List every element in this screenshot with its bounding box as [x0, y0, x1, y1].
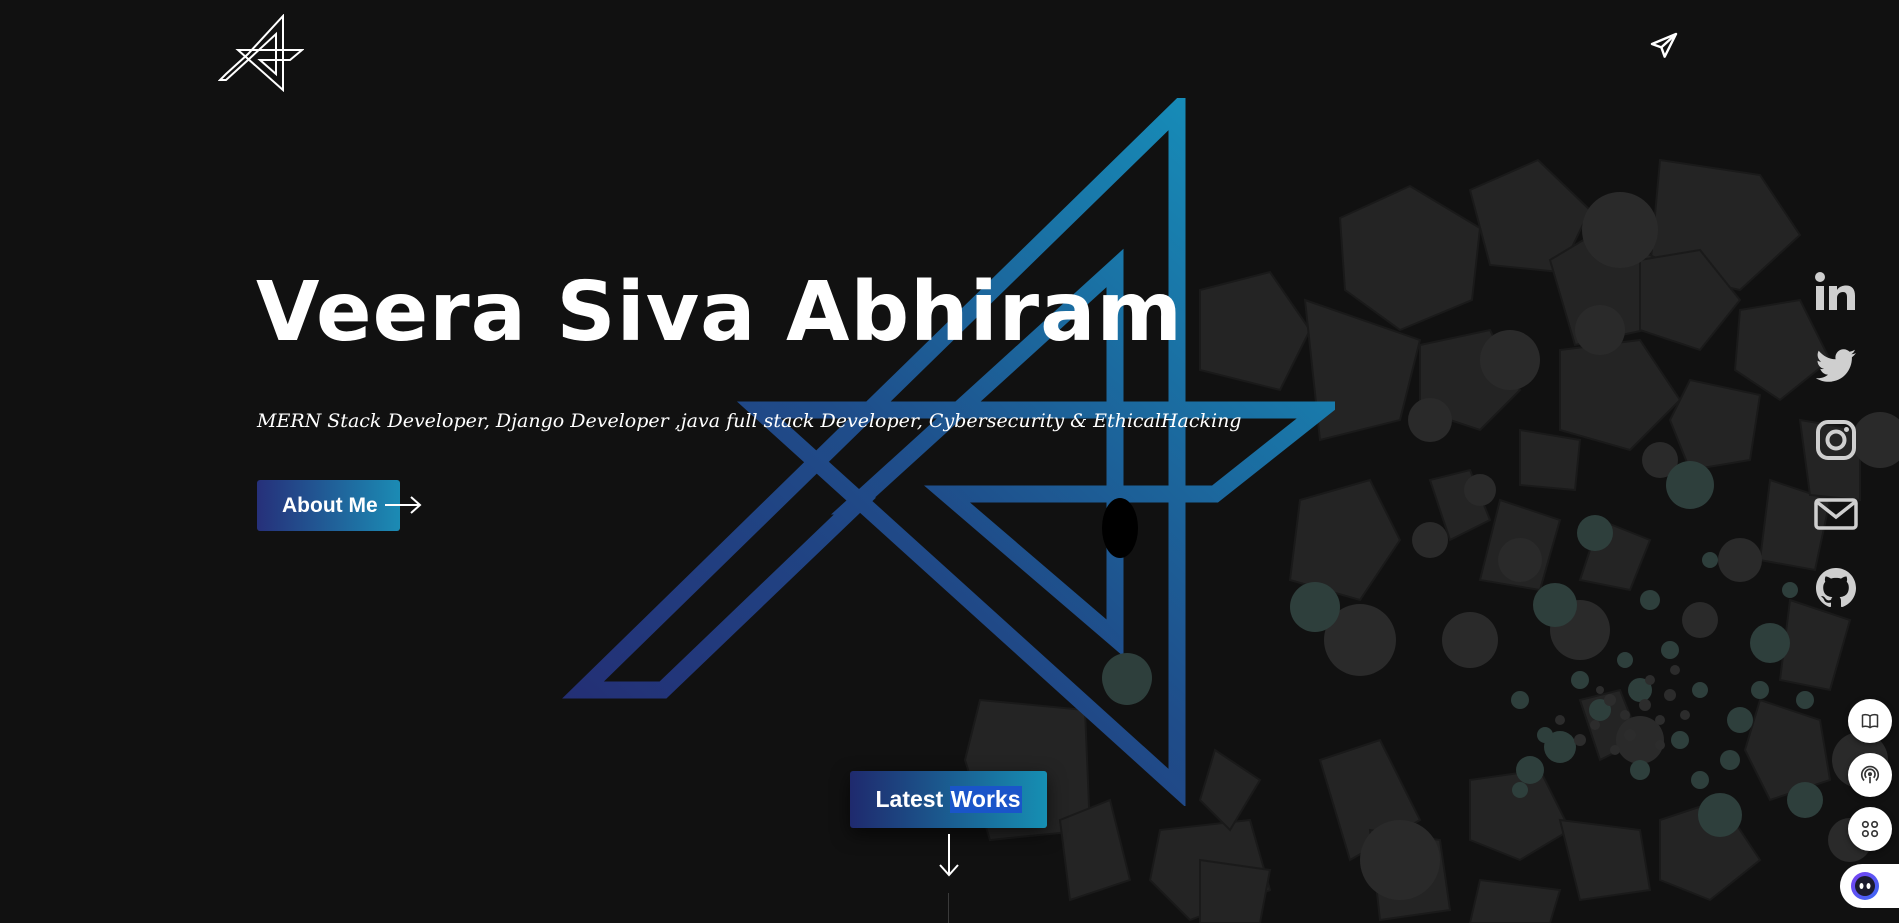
- instagram-icon[interactable]: [1812, 416, 1860, 464]
- about-me-label: About Me: [282, 493, 378, 517]
- hero-tagline: MERN Stack Developer, Django Developer ,…: [257, 410, 1242, 432]
- assistant-icon: [1851, 872, 1879, 900]
- arrow-right-icon: [385, 496, 422, 514]
- hero-name: Veera Siva Abhiram: [256, 265, 1183, 360]
- latest-works-button[interactable]: Latest Works: [850, 771, 1047, 828]
- paper-plane-icon[interactable]: [1648, 30, 1680, 62]
- github-icon[interactable]: [1812, 564, 1860, 612]
- mail-icon[interactable]: [1812, 490, 1860, 538]
- about-me-button[interactable]: About Me: [257, 480, 422, 531]
- linkedin-icon[interactable]: [1812, 268, 1860, 316]
- listen-button[interactable]: [1848, 753, 1892, 797]
- latest-works-label-highlight: Works: [949, 786, 1022, 813]
- hero-logo-graphic: [562, 98, 1335, 806]
- scroll-indicator-line: [948, 893, 949, 923]
- book-icon: [1861, 713, 1879, 729]
- reading-mode-button[interactable]: [1848, 699, 1892, 743]
- apps-icon: [1861, 820, 1879, 838]
- assistant-button[interactable]: [1840, 864, 1899, 908]
- latest-works-label-prefix: Latest: [875, 786, 950, 812]
- page: Veera Siva Abhiram MERN Stack Developer,…: [0, 0, 1899, 923]
- arrow-down-icon[interactable]: [936, 832, 962, 878]
- apps-button[interactable]: [1848, 807, 1892, 851]
- podcast-icon: [1860, 765, 1880, 784]
- twitter-icon[interactable]: [1812, 342, 1860, 390]
- logo-icon[interactable]: [218, 14, 304, 92]
